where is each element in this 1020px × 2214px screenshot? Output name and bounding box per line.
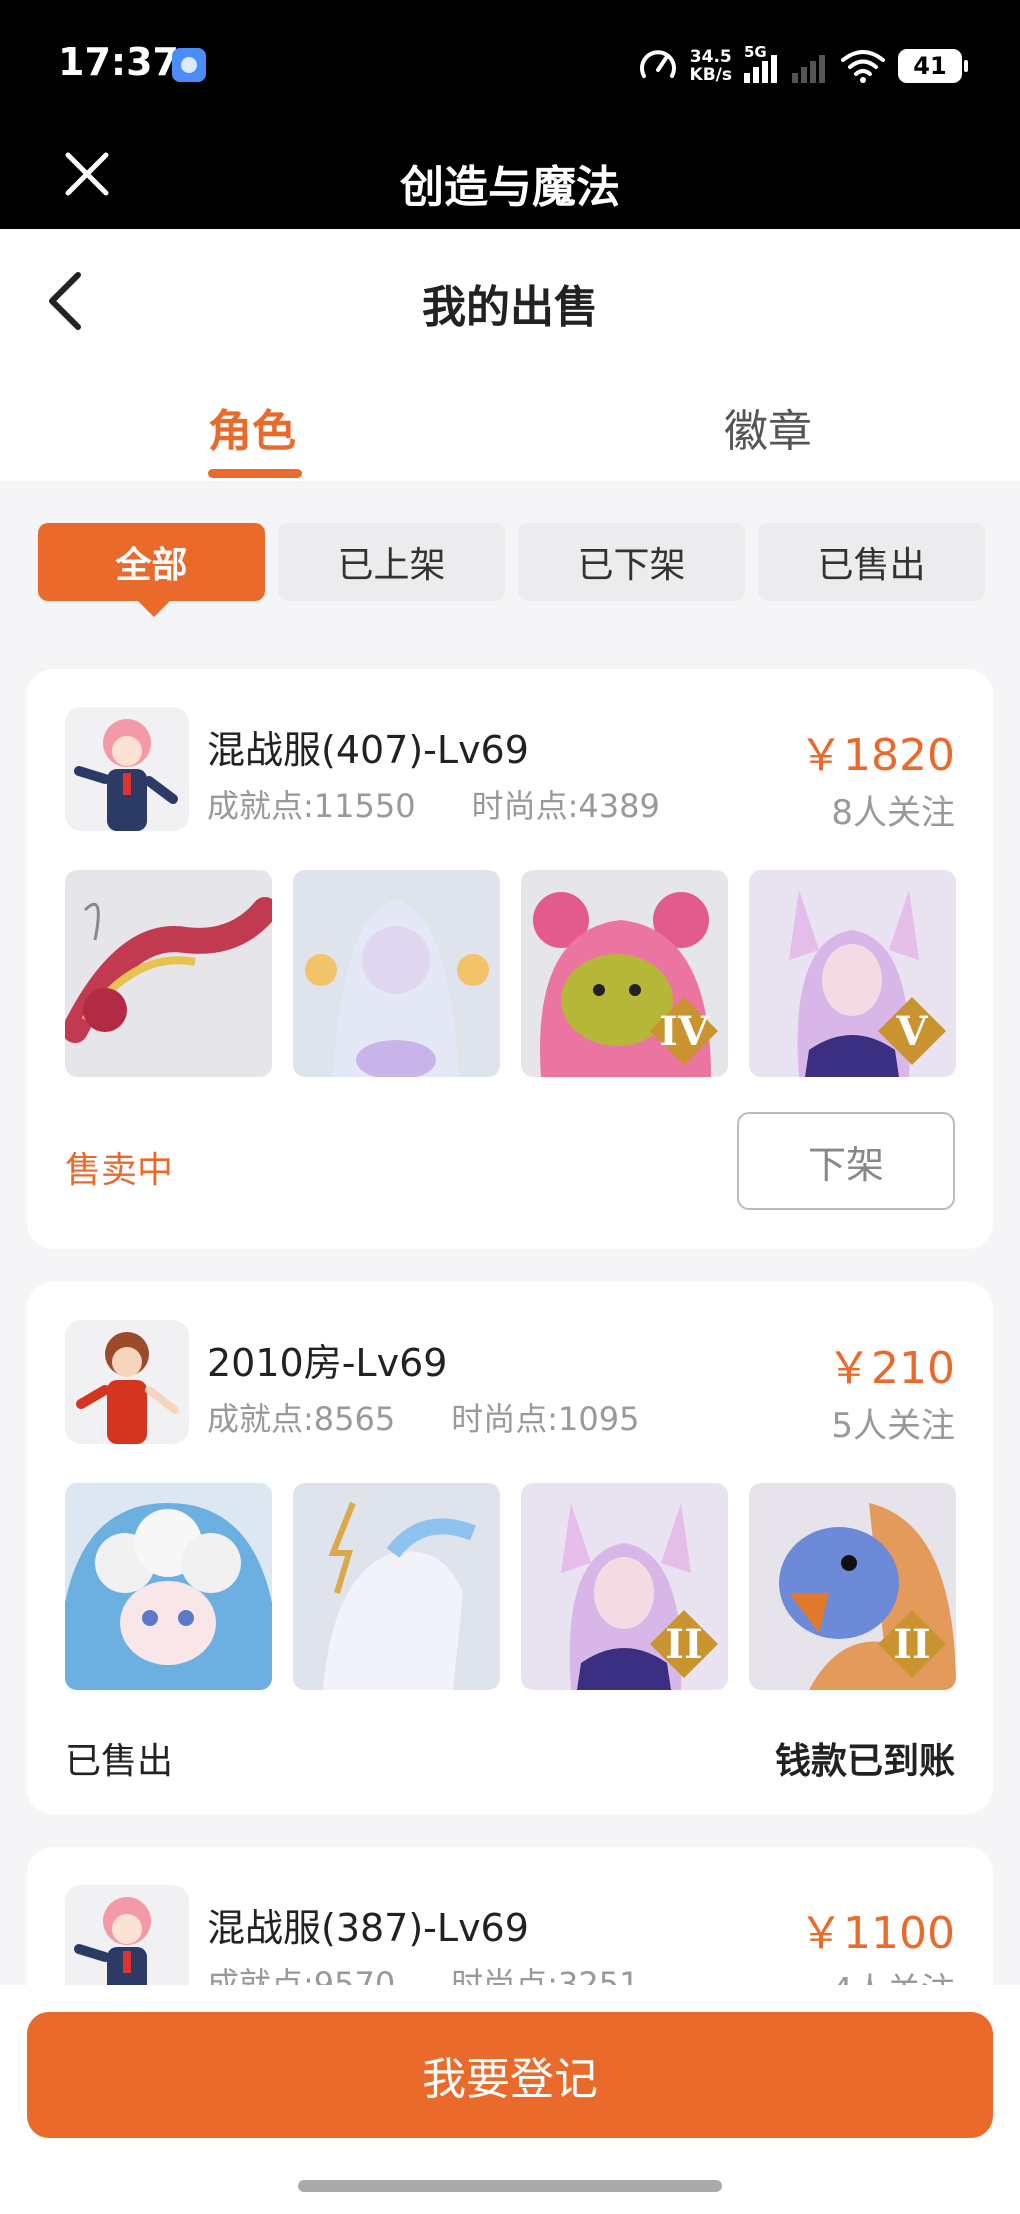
listing-card[interactable]: 2010房-Lv69 成就点:8565 时尚点:1095 ￥210 5人关注 I… (27, 1282, 993, 1814)
wifi-icon (841, 50, 885, 83)
cellular-signal-icon: 5G (744, 43, 780, 83)
listing-price: ￥210 (827, 1343, 955, 1394)
home-indicator[interactable] (298, 2180, 722, 2192)
cellular-signal-2-icon (792, 49, 828, 83)
follower-count: 8人关注 (831, 793, 955, 833)
page-title: 我的出售 (422, 282, 598, 333)
pink-bear-costume-icon: IV (521, 870, 728, 1077)
boy-character-icon (76, 1332, 179, 1444)
item-thumbnails: IV V (65, 870, 956, 1077)
filter-sold[interactable]: 已售出 (758, 523, 985, 601)
page-header: 我的出售 角色 徽章 (0, 229, 1020, 481)
listing-status: 已售出 (65, 1741, 174, 1782)
character-stats: 成就点:11550 时尚点:4389 (207, 781, 660, 827)
tab-role[interactable]: 角色 (208, 395, 296, 459)
tab-badge[interactable]: 徽章 (724, 395, 812, 459)
register-button[interactable]: 我要登记 (27, 2012, 993, 2138)
character-name: 2010房-Lv69 (207, 1341, 448, 1385)
speedometer-icon (639, 50, 676, 78)
character-avatar (65, 707, 189, 831)
delist-button[interactable]: 下架 (737, 1112, 955, 1210)
ice-horse-mount-icon (293, 1483, 500, 1690)
app-titlebar: 创造与魔法 (0, 125, 1020, 229)
cloud-spirit-icon (65, 1483, 272, 1690)
girl-character-icon (74, 719, 178, 831)
follower-count: 5人关注 (831, 1406, 955, 1446)
dragon-mount-icon (65, 870, 272, 1077)
filter-listed[interactable]: 已上架 (278, 523, 505, 601)
status-time: 17:37 (58, 40, 179, 84)
item-thumbnails: II II (65, 1483, 956, 1690)
achievement-points: 成就点:8565 (207, 1400, 396, 1438)
listing-status: 售卖中 (65, 1150, 174, 1191)
character-stats: 成就点:8565 时尚点:1095 (207, 1394, 639, 1440)
battery-icon: 41 (898, 49, 968, 83)
achievement-points: 成就点:11550 (207, 787, 416, 825)
filter-all[interactable]: 全部 (38, 523, 265, 617)
filter-delisted[interactable]: 已下架 (518, 523, 745, 601)
character-name: 混战服(387)-Lv69 (207, 1906, 529, 1950)
payment-status: 钱款已到账 (774, 1741, 955, 1782)
water-spirit-icon (293, 870, 500, 1077)
app-title: 创造与魔法 (400, 162, 620, 213)
character-avatar (65, 1320, 189, 1444)
listing-price: ￥1820 (799, 730, 955, 781)
app-notification-icon (172, 48, 206, 82)
status-filter-bar: 全部 已上架 已下架 已售出 (38, 523, 985, 617)
fashion-points: 时尚点:4389 (471, 787, 660, 825)
listing-card[interactable]: 混战服(407)-Lv69 成就点:11550 时尚点:4389 ￥1820 8… (27, 669, 993, 1249)
active-tab-indicator (208, 469, 302, 478)
fox-spirit-icon: II (521, 1483, 728, 1690)
fox-spirit-icon: V (749, 870, 956, 1077)
net-speed: 34.5 KB/s (689, 47, 732, 85)
eagle-mount-icon: II (749, 1483, 956, 1690)
status-bar: 17:37 34.5 KB/s 5G 41 (0, 0, 1020, 125)
fashion-points: 时尚点:1095 (451, 1400, 640, 1438)
character-name: 混战服(407)-Lv69 (207, 728, 529, 772)
listing-price: ￥1100 (799, 1908, 955, 1959)
